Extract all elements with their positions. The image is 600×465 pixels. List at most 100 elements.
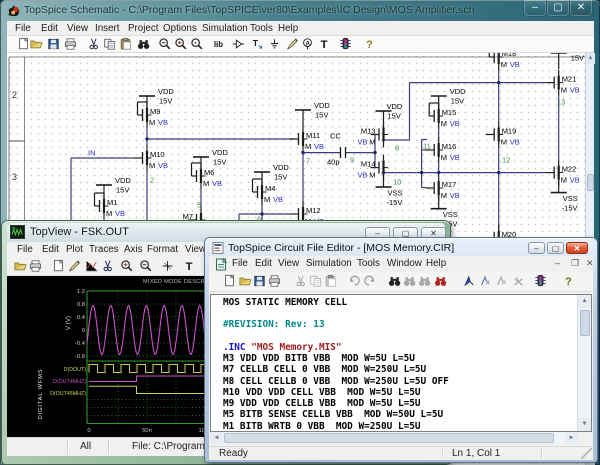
editor-minimize-button[interactable]: – <box>528 242 545 254</box>
find-prev-gray-icon[interactable] <box>418 274 431 288</box>
find-in-files-red-icon[interactable] <box>434 274 447 288</box>
ed-menu-view[interactable]: View <box>278 258 299 269</box>
text-tool-icon[interactable]: T <box>318 37 331 51</box>
print-icon[interactable] <box>29 259 42 273</box>
editor-text-content[interactable]: MOS STATIC MEMORY CELL #REVISION: Rev: 1… <box>223 297 449 432</box>
menu-options[interactable]: Options <box>163 23 197 34</box>
svg-text:M: M <box>441 191 447 200</box>
tv-menu-format[interactable]: Format <box>147 244 178 255</box>
find-binoculars-icon[interactable] <box>137 37 150 51</box>
cut-scissors-gray-icon[interactable] <box>294 274 307 288</box>
editor-vertical-scrollbar[interactable]: ▲ ▼ <box>577 295 591 431</box>
print-icon[interactable] <box>268 274 281 288</box>
zoom-out-icon[interactable] <box>139 259 152 273</box>
copy-gray-icon[interactable] <box>309 274 322 288</box>
menu-tools[interactable]: Tools <box>250 23 273 34</box>
open-folder-icon[interactable] <box>239 274 252 288</box>
scroll-thumb[interactable] <box>224 433 554 443</box>
mdi-close-button[interactable]: ✕ <box>586 258 594 269</box>
scroll-up-arrow[interactable]: ▲ <box>586 53 595 64</box>
ed-menu-file[interactable]: File <box>232 258 248 269</box>
zoom-window-icon[interactable] <box>190 37 203 51</box>
ground-icon[interactable] <box>268 37 281 51</box>
print-icon[interactable] <box>64 37 77 51</box>
transistor-label-M22: M22 <box>562 165 577 174</box>
editor-titlebar[interactable]: TopSpice Circuit File Editor - [MOS Memo… <box>205 239 597 256</box>
wire-pencil-icon[interactable] <box>286 37 299 51</box>
text-tool-icon[interactable]: T <box>183 259 196 273</box>
run-simulation-icon[interactable] <box>534 274 547 288</box>
bookmark-clear-icon[interactable] <box>512 274 525 288</box>
cut-scissors-icon[interactable] <box>87 37 100 51</box>
scroll-thumb[interactable] <box>580 310 590 336</box>
scroll-down-arrow[interactable]: ▼ <box>578 418 591 431</box>
ed-menu-edit[interactable]: Edit <box>255 258 272 269</box>
menu-view[interactable]: View <box>67 23 88 34</box>
menu-file[interactable]: File <box>15 23 31 34</box>
ed-menu-help[interactable]: Help <box>426 258 446 269</box>
component-buffer-icon[interactable] <box>232 37 245 51</box>
tv-menu-file[interactable]: File <box>17 244 33 255</box>
tv-menu-plot[interactable]: Plot <box>66 244 83 255</box>
ed-menu-tools[interactable]: Tools <box>357 258 380 269</box>
editor-maximize-button[interactable]: ▢ <box>547 242 564 254</box>
tv-menu-traces[interactable]: Traces <box>89 244 119 255</box>
find-next-gray-icon[interactable] <box>403 274 416 288</box>
ed-menu-window[interactable]: Window <box>387 258 422 269</box>
scroll-up-arrow[interactable]: ▲ <box>578 295 591 308</box>
mdi-minimize-button[interactable]: – <box>555 258 560 268</box>
tv-menu-axis[interactable]: Axis <box>124 244 143 255</box>
save-floppy-icon[interactable] <box>47 37 60 51</box>
editor-text-area[interactable]: MOS STATIC MEMORY CELL #REVISION: Rev: 1… <box>210 294 592 432</box>
help-olive-icon[interactable]: ? <box>562 274 575 288</box>
transistor-label-M17: M17 <box>442 180 457 189</box>
chart-icon[interactable] <box>85 259 98 273</box>
paste-gray-icon[interactable] <box>324 274 337 288</box>
menu-insert[interactable]: Insert <box>95 23 120 34</box>
main-minimize-button[interactable]: – <box>524 0 546 16</box>
mdi-document-icon[interactable] <box>215 258 228 271</box>
copy-icon[interactable] <box>103 37 116 51</box>
editor-horizontal-scrollbar[interactable]: ◄ ► <box>210 432 578 444</box>
label-tool-icon[interactable]: T <box>251 37 264 51</box>
scroll-right-arrow[interactable]: ► <box>565 432 578 444</box>
tv-menu-edit[interactable]: Edit <box>42 244 59 255</box>
paste-icon[interactable] <box>119 37 132 51</box>
redo-icon[interactable] <box>363 274 376 288</box>
main-titlebar[interactable]: TopSpice Schematic - C:\Program Files\To… <box>0 0 600 21</box>
bookmark-next-icon[interactable] <box>479 274 492 288</box>
zoom-in-icon[interactable] <box>174 37 187 51</box>
menu-simulation[interactable]: Simulation <box>202 23 248 34</box>
menu-help[interactable]: Help <box>278 23 298 34</box>
zoom-out-icon[interactable] <box>158 37 171 51</box>
open-folder-icon[interactable] <box>30 37 43 51</box>
new-page-icon[interactable] <box>223 274 236 288</box>
ed-menu-simulation[interactable]: Simulation <box>306 258 352 269</box>
undo-icon[interactable] <box>348 274 361 288</box>
mdi-restore-button[interactable]: ❐ <box>571 258 579 269</box>
scroll-left-arrow[interactable]: ◄ <box>210 432 223 444</box>
run-simulation-icon[interactable] <box>339 37 352 51</box>
save-floppy-icon[interactable] <box>253 274 266 288</box>
zoom-in-icon[interactable] <box>120 259 133 273</box>
new-page-icon[interactable] <box>17 37 30 51</box>
bookmark-prev-icon[interactable] <box>495 274 508 288</box>
lib-icon[interactable]: lib <box>213 37 226 51</box>
new-page-icon[interactable] <box>52 259 65 273</box>
wire-pencil-icon[interactable] <box>68 259 81 273</box>
crosshair-icon[interactable] <box>161 259 174 273</box>
scroll-thumb[interactable] <box>587 174 594 191</box>
menu-edit[interactable]: Edit <box>41 23 58 34</box>
help-icon[interactable]: ? <box>363 37 376 51</box>
cut-scissors-icon[interactable] <box>101 259 114 273</box>
goto-dart-icon[interactable] <box>462 274 475 288</box>
main-maximize-button[interactable]: ▢ <box>547 0 569 16</box>
resize-grip[interactable] <box>581 448 592 459</box>
editor-close-button[interactable]: ✕ <box>566 242 588 254</box>
probe-icon[interactable]: A <box>301 37 314 51</box>
find-binoculars-icon[interactable] <box>388 274 401 288</box>
open-folder-icon[interactable] <box>14 259 27 273</box>
menu-project[interactable]: Project <box>128 23 159 34</box>
tv-menu-view[interactable]: View <box>185 244 206 255</box>
main-close-button[interactable]: ✕ <box>570 0 592 16</box>
